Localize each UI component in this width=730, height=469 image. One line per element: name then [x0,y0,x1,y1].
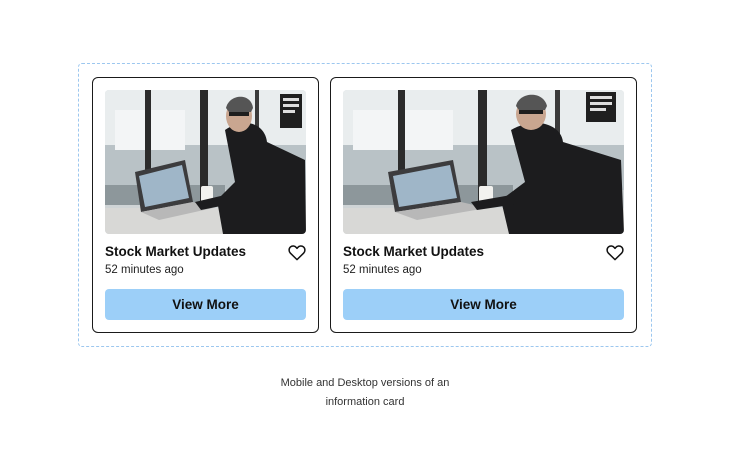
card-image [343,90,624,234]
card-timestamp: 52 minutes ago [105,264,184,276]
info-card-mobile: Stock Market Updates 52 minutes ago View… [92,77,319,333]
card-timestamp: 52 minutes ago [343,264,422,276]
info-card-desktop: Stock Market Updates 52 minutes ago View… [330,77,637,333]
card-title: Stock Market Updates [343,244,485,259]
view-more-button[interactable]: View More [105,289,306,320]
caption-line-1: Mobile and Desktop versions of an [280,377,450,389]
heart-icon[interactable] [606,244,624,261]
card-title: Stock Market Updates [105,244,247,259]
card-image [105,90,306,234]
view-more-button[interactable]: View More [343,289,624,320]
caption-line-2: information card [325,396,405,408]
heart-icon[interactable] [288,244,306,261]
caption: Mobile and Desktop versions of an inform… [240,374,490,412]
